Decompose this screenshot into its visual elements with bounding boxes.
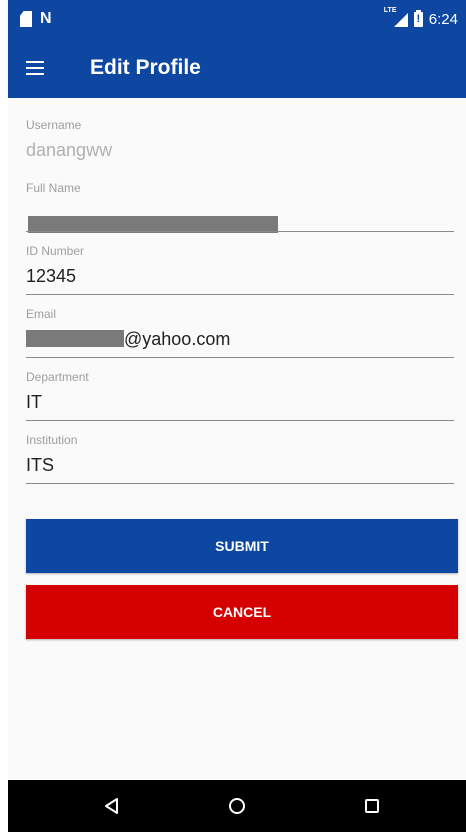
id-number-field[interactable]: ID Number 12345 <box>26 224 460 295</box>
email-domain: @yahoo.com <box>124 329 231 349</box>
institution-field[interactable]: Institution ITS <box>26 413 460 484</box>
department-label: Department <box>26 370 89 384</box>
home-icon <box>229 798 245 814</box>
hamburger-menu-icon[interactable] <box>22 56 48 80</box>
institution-underline <box>26 483 454 484</box>
email-input[interactable]: @yahoo.com <box>26 329 230 350</box>
cancel-button[interactable]: CANCEL <box>26 585 458 639</box>
username-input: danangww <box>26 140 113 160</box>
sd-card-icon <box>20 11 32 27</box>
full-name-label: Full Name <box>26 181 81 195</box>
username-field[interactable]: Username danangww <box>26 98 460 161</box>
page-title: Edit Profile <box>90 56 201 79</box>
back-button[interactable] <box>82 780 142 832</box>
home-button[interactable] <box>207 780 267 832</box>
status-bar: N LTE 6:24 <box>8 0 466 40</box>
department-field[interactable]: Department IT <box>26 350 460 421</box>
department-input[interactable]: IT <box>26 392 42 413</box>
submit-button[interactable]: SUBMIT <box>26 519 458 573</box>
status-time: 6:24 <box>428 11 458 28</box>
lte-signal-icon: LTE <box>384 7 408 27</box>
id-number-input[interactable]: 12345 <box>26 266 76 287</box>
status-system: LTE 6:24 <box>384 7 458 29</box>
android-nav-bar <box>8 780 466 832</box>
battery-alert-icon <box>413 10 423 27</box>
username-label: Username <box>26 118 82 132</box>
edit-profile-form: Username danangww Full Name ID Number 12… <box>26 98 460 484</box>
full-name-field[interactable]: Full Name <box>26 161 460 233</box>
institution-input[interactable]: ITS <box>26 455 54 476</box>
app-toolbar: Edit Profile <box>8 40 466 98</box>
institution-label: Institution <box>26 433 78 447</box>
recent-apps-button[interactable] <box>342 780 402 832</box>
app-screen: N LTE 6:24 Edit Profile Username danangw… <box>8 0 466 832</box>
back-icon <box>105 798 118 814</box>
redacted-email-block <box>26 330 124 347</box>
n-notification-icon: N <box>40 10 52 27</box>
status-notifications: N <box>20 11 52 27</box>
recent-apps-icon <box>365 799 379 813</box>
email-field[interactable]: Email @yahoo.com <box>26 287 460 358</box>
email-label: Email <box>26 307 57 321</box>
id-number-label: ID Number <box>26 244 85 258</box>
